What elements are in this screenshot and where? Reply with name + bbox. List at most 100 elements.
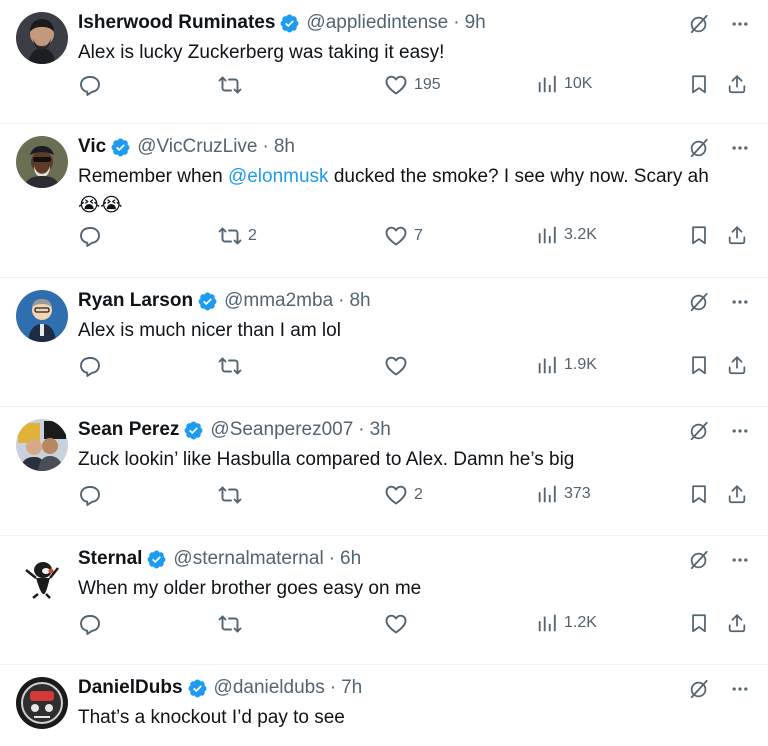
crying-emoji: 😭😭	[78, 195, 123, 216]
timestamp[interactable]: 8h	[349, 290, 370, 312]
view-count: 10K	[564, 75, 593, 92]
avatar[interactable]	[16, 290, 68, 342]
avatar[interactable]	[16, 136, 68, 188]
tweet[interactable]: Isherwood Ruminates @appliedintense · 9h…	[0, 0, 768, 124]
mention-link[interactable]: @elonmusk	[228, 166, 329, 187]
tweet[interactable]: Sean Perez @Seanperez007 · 3h Zuck looki…	[0, 407, 768, 536]
more-icon[interactable]	[730, 14, 750, 34]
author-name[interactable]: Sternal	[78, 548, 142, 570]
reply-button[interactable]	[78, 483, 108, 507]
views-icon	[536, 354, 558, 376]
verified-badge-icon	[187, 678, 208, 699]
retweet-count: 2	[248, 227, 257, 244]
avatar[interactable]	[16, 12, 68, 64]
share-button[interactable]	[726, 483, 748, 505]
views-button[interactable]: 373	[536, 483, 591, 505]
like-icon	[384, 224, 408, 248]
verified-badge-icon	[110, 137, 131, 158]
reply-icon	[78, 354, 102, 378]
retweet-icon	[218, 354, 242, 378]
bookmark-button[interactable]	[688, 73, 710, 95]
author-handle[interactable]: @Seanperez007	[210, 419, 353, 441]
reply-icon	[78, 224, 102, 248]
author-handle[interactable]: @VicCruzLive	[137, 136, 257, 158]
share-icon	[726, 354, 748, 376]
views-button[interactable]: 10K	[536, 73, 592, 95]
bookmark-icon	[688, 612, 710, 634]
like-icon	[384, 612, 408, 636]
tweet[interactable]: Sternal @sternalmaternal · 6h When my ol…	[0, 536, 768, 665]
reply-button[interactable]	[78, 354, 108, 378]
like-button[interactable]: 7	[384, 224, 423, 248]
retweet-button[interactable]: 2	[218, 224, 257, 248]
reply-button[interactable]	[78, 73, 108, 97]
bookmark-button[interactable]	[688, 224, 710, 246]
more-icon[interactable]	[730, 679, 750, 699]
tweet[interactable]: Vic @VicCruzLive · 8h Remember when @elo…	[0, 124, 768, 278]
like-button[interactable]	[384, 354, 414, 378]
author-name[interactable]: Isherwood Ruminates	[78, 12, 275, 34]
like-button[interactable]: 2	[384, 483, 423, 507]
tweet[interactable]: DanielDubs @danieldubs · 7h That’s a kno…	[0, 665, 768, 746]
more-icon[interactable]	[730, 421, 750, 441]
grok-icon[interactable]	[688, 678, 710, 700]
author-handle[interactable]: @sternalmaternal	[173, 548, 323, 570]
avatar[interactable]	[16, 548, 68, 600]
timestamp[interactable]: 7h	[341, 677, 362, 699]
reply-icon	[78, 483, 102, 507]
views-icon	[536, 73, 558, 95]
reply-button[interactable]	[78, 612, 108, 636]
author-name[interactable]: DanielDubs	[78, 677, 183, 699]
more-icon[interactable]	[730, 292, 750, 312]
tweet-text-start: Remember when	[78, 166, 228, 187]
tweet-text: Zuck lookin’ like Hasbulla compared to A…	[78, 449, 575, 470]
views-button[interactable]: 3.2K	[536, 224, 597, 246]
grok-icon[interactable]	[688, 549, 710, 571]
share-button[interactable]	[726, 354, 748, 376]
timestamp[interactable]: 9h	[465, 12, 486, 34]
author-name[interactable]: Sean Perez	[78, 419, 179, 441]
retweet-icon	[218, 483, 242, 507]
author-handle[interactable]: @danieldubs	[214, 677, 325, 699]
like-button[interactable]: 195	[384, 73, 441, 97]
retweet-icon	[218, 612, 242, 636]
share-button[interactable]	[726, 612, 748, 634]
views-button[interactable]: 1.2K	[536, 612, 597, 634]
avatar[interactable]	[16, 677, 68, 729]
avatar[interactable]	[16, 419, 68, 471]
grok-icon[interactable]	[688, 291, 710, 313]
author-handle[interactable]: @mma2mba	[224, 290, 333, 312]
more-icon[interactable]	[730, 138, 750, 158]
retweet-button[interactable]	[218, 483, 248, 507]
view-count: 3.2K	[564, 226, 597, 243]
like-button[interactable]	[384, 612, 414, 636]
grok-icon[interactable]	[688, 137, 710, 159]
tweet-text: Alex is much nicer than I am lol	[78, 320, 341, 341]
retweet-button[interactable]	[218, 354, 248, 378]
bookmark-button[interactable]	[688, 612, 710, 634]
timestamp[interactable]: 3h	[370, 419, 391, 441]
author-name[interactable]: Vic	[78, 136, 106, 158]
like-icon	[384, 73, 408, 97]
reply-button[interactable]	[78, 224, 108, 248]
retweet-button[interactable]	[218, 73, 248, 97]
views-button[interactable]: 1.9K	[536, 354, 597, 376]
timestamp[interactable]: 8h	[274, 136, 295, 158]
bookmark-icon	[688, 224, 710, 246]
separator-dot: ·	[328, 548, 335, 569]
grok-icon[interactable]	[688, 420, 710, 442]
more-icon[interactable]	[730, 550, 750, 570]
tweet-text-end: ducked the smoke? I see why now. Scary a…	[328, 166, 709, 187]
author-handle[interactable]: @appliedintense	[306, 12, 448, 34]
timestamp[interactable]: 6h	[340, 548, 361, 570]
bookmark-button[interactable]	[688, 483, 710, 505]
bookmark-button[interactable]	[688, 354, 710, 376]
share-button[interactable]	[726, 73, 748, 95]
author-name[interactable]: Ryan Larson	[78, 290, 193, 312]
retweet-button[interactable]	[218, 612, 248, 636]
grok-icon[interactable]	[688, 13, 710, 35]
tweet[interactable]: Ryan Larson @mma2mba · 8h Alex is much n…	[0, 278, 768, 407]
tweet-text: Remember when @elonmusk ducked the smoke…	[78, 162, 750, 220]
view-count: 1.2K	[564, 614, 597, 631]
share-button[interactable]	[726, 224, 748, 246]
